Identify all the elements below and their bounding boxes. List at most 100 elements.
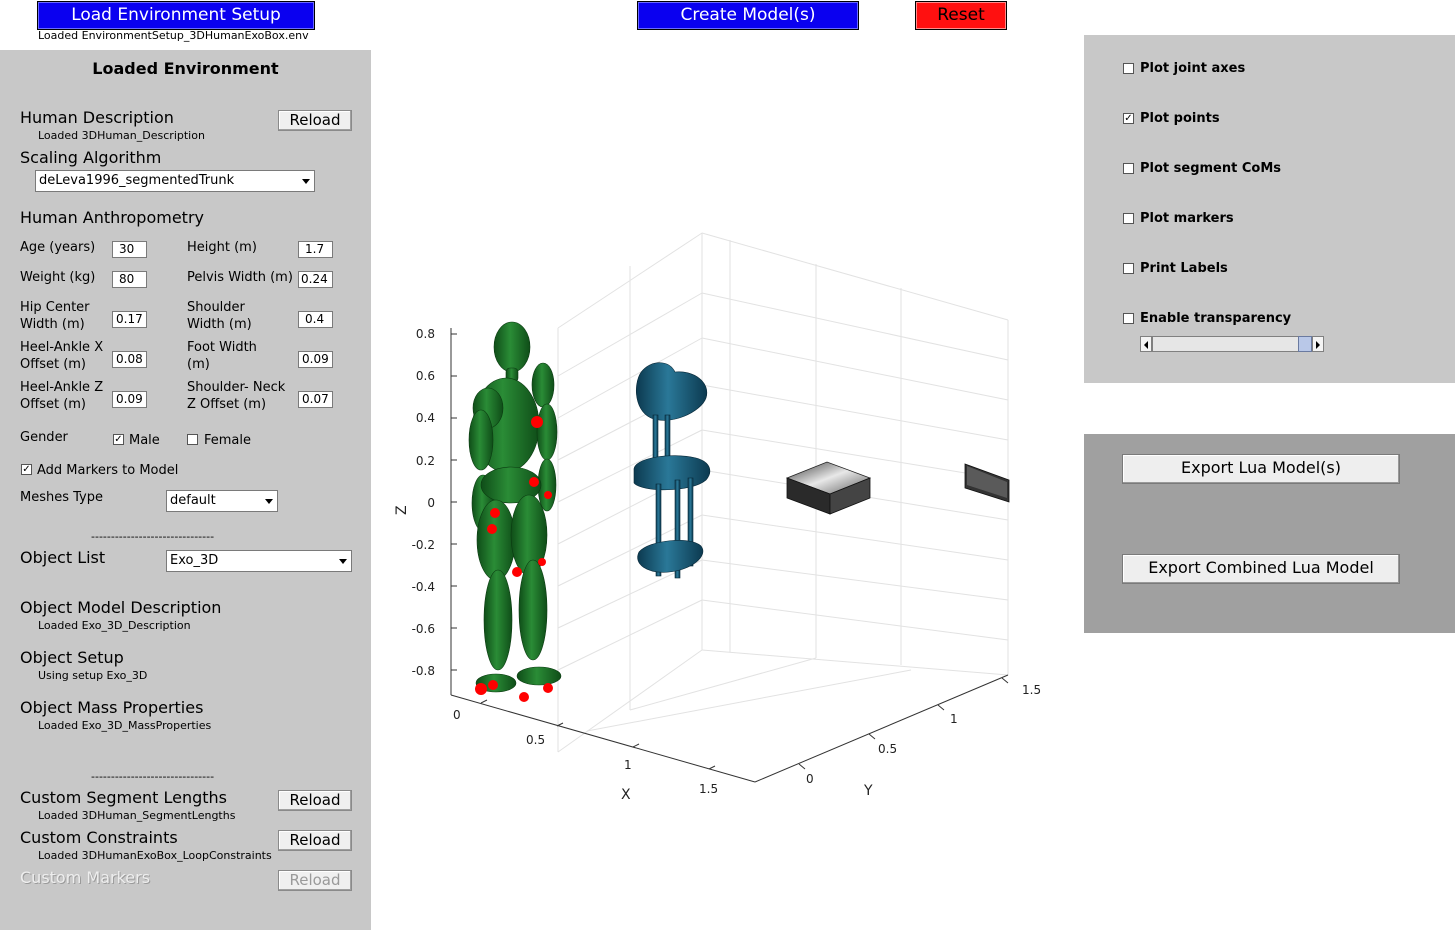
custom-segment-lengths-label: Custom Segment Lengths [20, 788, 227, 807]
plot-segment-coms-label: Plot segment CoMs [1140, 161, 1282, 176]
shoulder-width-input[interactable]: 0.4 [298, 311, 333, 328]
z-tick: 0.2 [416, 454, 435, 468]
shoulder-neck-label-line2: Z Offset (m) [187, 397, 267, 412]
plot-joint-axes-checkbox[interactable] [1123, 63, 1134, 74]
foot-width-label-line1: Foot Width [187, 340, 257, 355]
anthropometry-label: Human Anthropometry [20, 208, 204, 227]
chevron-down-icon [302, 179, 310, 184]
object-list-value: Exo_3D [170, 553, 219, 568]
heel-ankle-x-label: Heel-Ankle X Offset (m) [20, 339, 103, 373]
heel-ankle-z-input[interactable]: 0.09 [112, 391, 147, 408]
age-input[interactable]: 30 [112, 241, 147, 258]
z-tick: -0.2 [412, 538, 435, 552]
reload-human-description-button[interactable]: Reload [278, 110, 352, 131]
slider-thumb[interactable] [1298, 336, 1312, 352]
reset-button[interactable]: Reset [915, 1, 1007, 30]
reload-segment-lengths-button[interactable]: Reload [278, 790, 352, 811]
y-axis-label: Y [863, 783, 873, 799]
enable-transparency-label: Enable transparency [1140, 311, 1292, 326]
panel-title: Loaded Environment [92, 59, 279, 78]
plot-markers-checkbox[interactable] [1123, 213, 1134, 224]
z-tick: -0.4 [412, 580, 435, 594]
custom-constraints-label: Custom Constraints [20, 828, 178, 847]
shoulder-width-label-line2: Width (m) [187, 317, 252, 332]
model-3d-viewport[interactable]: 0.8 0.6 0.4 0.2 0 -0.2 -0.4 -0.6 -0.8 Z … [371, 200, 1084, 840]
transparency-slider[interactable] [1140, 335, 1324, 353]
create-models-button[interactable]: Create Model(s) [637, 1, 859, 30]
z-tick: -0.6 [412, 622, 435, 636]
hip-center-label-line1: Hip Center [20, 300, 90, 315]
shoulder-neck-input[interactable]: 0.07 [298, 391, 333, 408]
export-lua-models-button[interactable]: Export Lua Model(s) [1122, 454, 1400, 484]
plot-segment-coms-checkbox[interactable] [1123, 163, 1134, 174]
weight-input[interactable]: 80 [112, 271, 147, 288]
add-markers-checkbox[interactable]: ✓ [21, 464, 32, 475]
weight-label: Weight (kg) [20, 270, 96, 285]
z-tick: 0.4 [416, 411, 435, 425]
pelvis-width-label: Pelvis Width (m) [187, 270, 293, 285]
print-labels-label: Print Labels [1140, 261, 1228, 276]
meshes-type-select[interactable]: default [166, 490, 278, 512]
heel-ankle-z-label: Heel-Ankle Z Offset (m) [20, 379, 103, 413]
plot-points-checkbox[interactable]: ✓ [1123, 113, 1134, 124]
z-axis-label: Z [394, 505, 410, 515]
z-tick: -0.8 [412, 664, 435, 678]
plate-model [964, 463, 1010, 503]
shoulder-neck-label: Shoulder- Neck Z Offset (m) [187, 379, 285, 413]
foot-width-input[interactable]: 0.09 [298, 351, 333, 368]
object-model-label: Object Model Description [20, 598, 222, 617]
pelvis-width-input[interactable]: 0.24 [298, 271, 333, 288]
object-list-label: Object List [20, 548, 106, 567]
reload-markers-button[interactable]: Reload [278, 870, 352, 891]
female-checkbox[interactable] [187, 434, 198, 445]
slider-right-arrow-icon[interactable] [1312, 336, 1324, 352]
heel-ankle-x-label-line2: Offset (m) [20, 357, 86, 372]
foot-width-label-line2: (m) [187, 357, 210, 372]
shoulder-width-label: Shoulder Width (m) [187, 299, 252, 333]
hip-center-label-line2: Width (m) [20, 317, 85, 332]
x-tick: 0.5 [526, 733, 545, 747]
y-tick-marks [798, 677, 1009, 770]
human-description-status: Loaded 3DHuman_Description [38, 129, 205, 142]
object-model-status: Loaded Exo_3D_Description [38, 619, 191, 632]
meshes-type-value: default [170, 493, 216, 508]
custom-segment-lengths-status: Loaded 3DHuman_SegmentLengths [38, 809, 236, 822]
export-panel: Export Lua Model(s) Export Combined Lua … [1084, 434, 1455, 633]
x-tick: 1.5 [699, 782, 718, 796]
print-labels-checkbox[interactable] [1123, 263, 1134, 274]
loaded-env-file: Loaded EnvironmentSetup_3DHumanExoBox.en… [38, 29, 309, 42]
heel-ankle-x-label-line1: Heel-Ankle X [20, 340, 104, 355]
human-model [468, 321, 562, 693]
add-markers-label: Add Markers to Model [37, 463, 179, 478]
heel-ankle-z-label-line2: Offset (m) [20, 397, 86, 412]
axes-grid [557, 232, 1009, 753]
custom-constraints-status: Loaded 3DHumanExoBox_LoopConstraints [38, 849, 272, 862]
x-axis-label: X [621, 787, 631, 803]
chevron-down-icon [265, 499, 273, 504]
z-tick: 0 [427, 496, 435, 510]
enable-transparency-checkbox[interactable] [1123, 313, 1134, 324]
height-input[interactable]: 1.7 [298, 241, 333, 258]
male-label: Male [129, 433, 160, 448]
foot-width-label: Foot Width (m) [187, 339, 257, 373]
plot-options-panel: Plot joint axes ✓ Plot points Plot segme… [1084, 35, 1455, 383]
load-environment-button[interactable]: Load Environment Setup [37, 1, 315, 30]
object-list-select[interactable]: Exo_3D [166, 550, 352, 572]
reload-constraints-button[interactable]: Reload [278, 830, 352, 851]
scaling-algorithm-select[interactable]: deLeva1996_segmentedTrunk [35, 170, 315, 192]
heel-ankle-z-label-line1: Heel-Ankle Z [20, 380, 104, 395]
plot-points-label: Plot points [1140, 111, 1220, 126]
hip-center-label: Hip Center Width (m) [20, 299, 90, 333]
scaling-algorithm-label: Scaling Algorithm [20, 148, 162, 167]
z-tick-marks [451, 333, 457, 671]
slider-left-arrow-icon[interactable] [1140, 336, 1152, 352]
male-checkbox[interactable]: ✓ [113, 434, 124, 445]
x-tick: 0 [453, 708, 461, 722]
hip-center-input[interactable]: 0.17 [112, 311, 147, 328]
z-axis-ticks: 0.8 0.6 0.4 0.2 0 -0.2 -0.4 -0.6 -0.8 [412, 327, 435, 678]
object-setup-status: Using setup Exo_3D [38, 669, 148, 682]
heel-ankle-x-input[interactable]: 0.08 [112, 351, 147, 368]
separator: ------------------------------- [91, 770, 215, 783]
export-combined-lua-button[interactable]: Export Combined Lua Model [1122, 554, 1400, 584]
slider-track[interactable] [1152, 336, 1312, 352]
